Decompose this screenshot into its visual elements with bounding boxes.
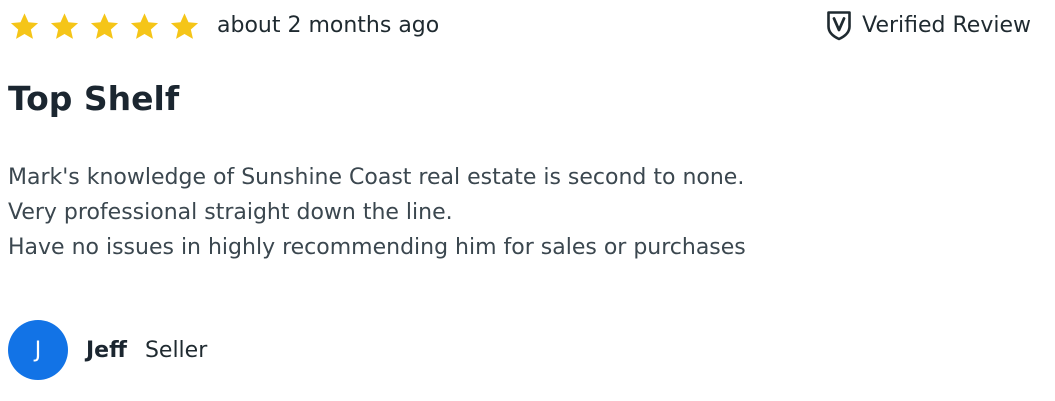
avatar-initial: J (34, 337, 42, 363)
reviewer-role: Seller (144, 337, 208, 363)
verified-badge: Verified Review (826, 10, 1031, 41)
review-body-line: Very professional straight down the line… (8, 200, 453, 225)
reviewer: J Jeff Seller (8, 320, 207, 380)
star-icon (129, 11, 160, 42)
star-icon (9, 11, 40, 42)
review-time: about 2 months ago (217, 13, 440, 38)
review-body-line: Have no issues in highly recommending hi… (8, 235, 746, 260)
star-icon (89, 11, 120, 42)
star-icon (49, 11, 80, 42)
review-body: Mark's knowledge of Sunshine Coast real … (8, 160, 1008, 265)
reviewer-name: Jeff (86, 337, 127, 363)
review-card: about 2 months ago Verified Review Top S… (0, 0, 1055, 401)
avatar: J (8, 320, 68, 380)
verified-label: Verified Review (862, 12, 1031, 38)
review-body-line: Mark's knowledge of Sunshine Coast real … (8, 165, 745, 190)
star-icon (169, 11, 200, 42)
review-title: Top Shelf (8, 79, 180, 118)
star-rating (9, 11, 200, 42)
verified-shield-icon (826, 10, 852, 41)
